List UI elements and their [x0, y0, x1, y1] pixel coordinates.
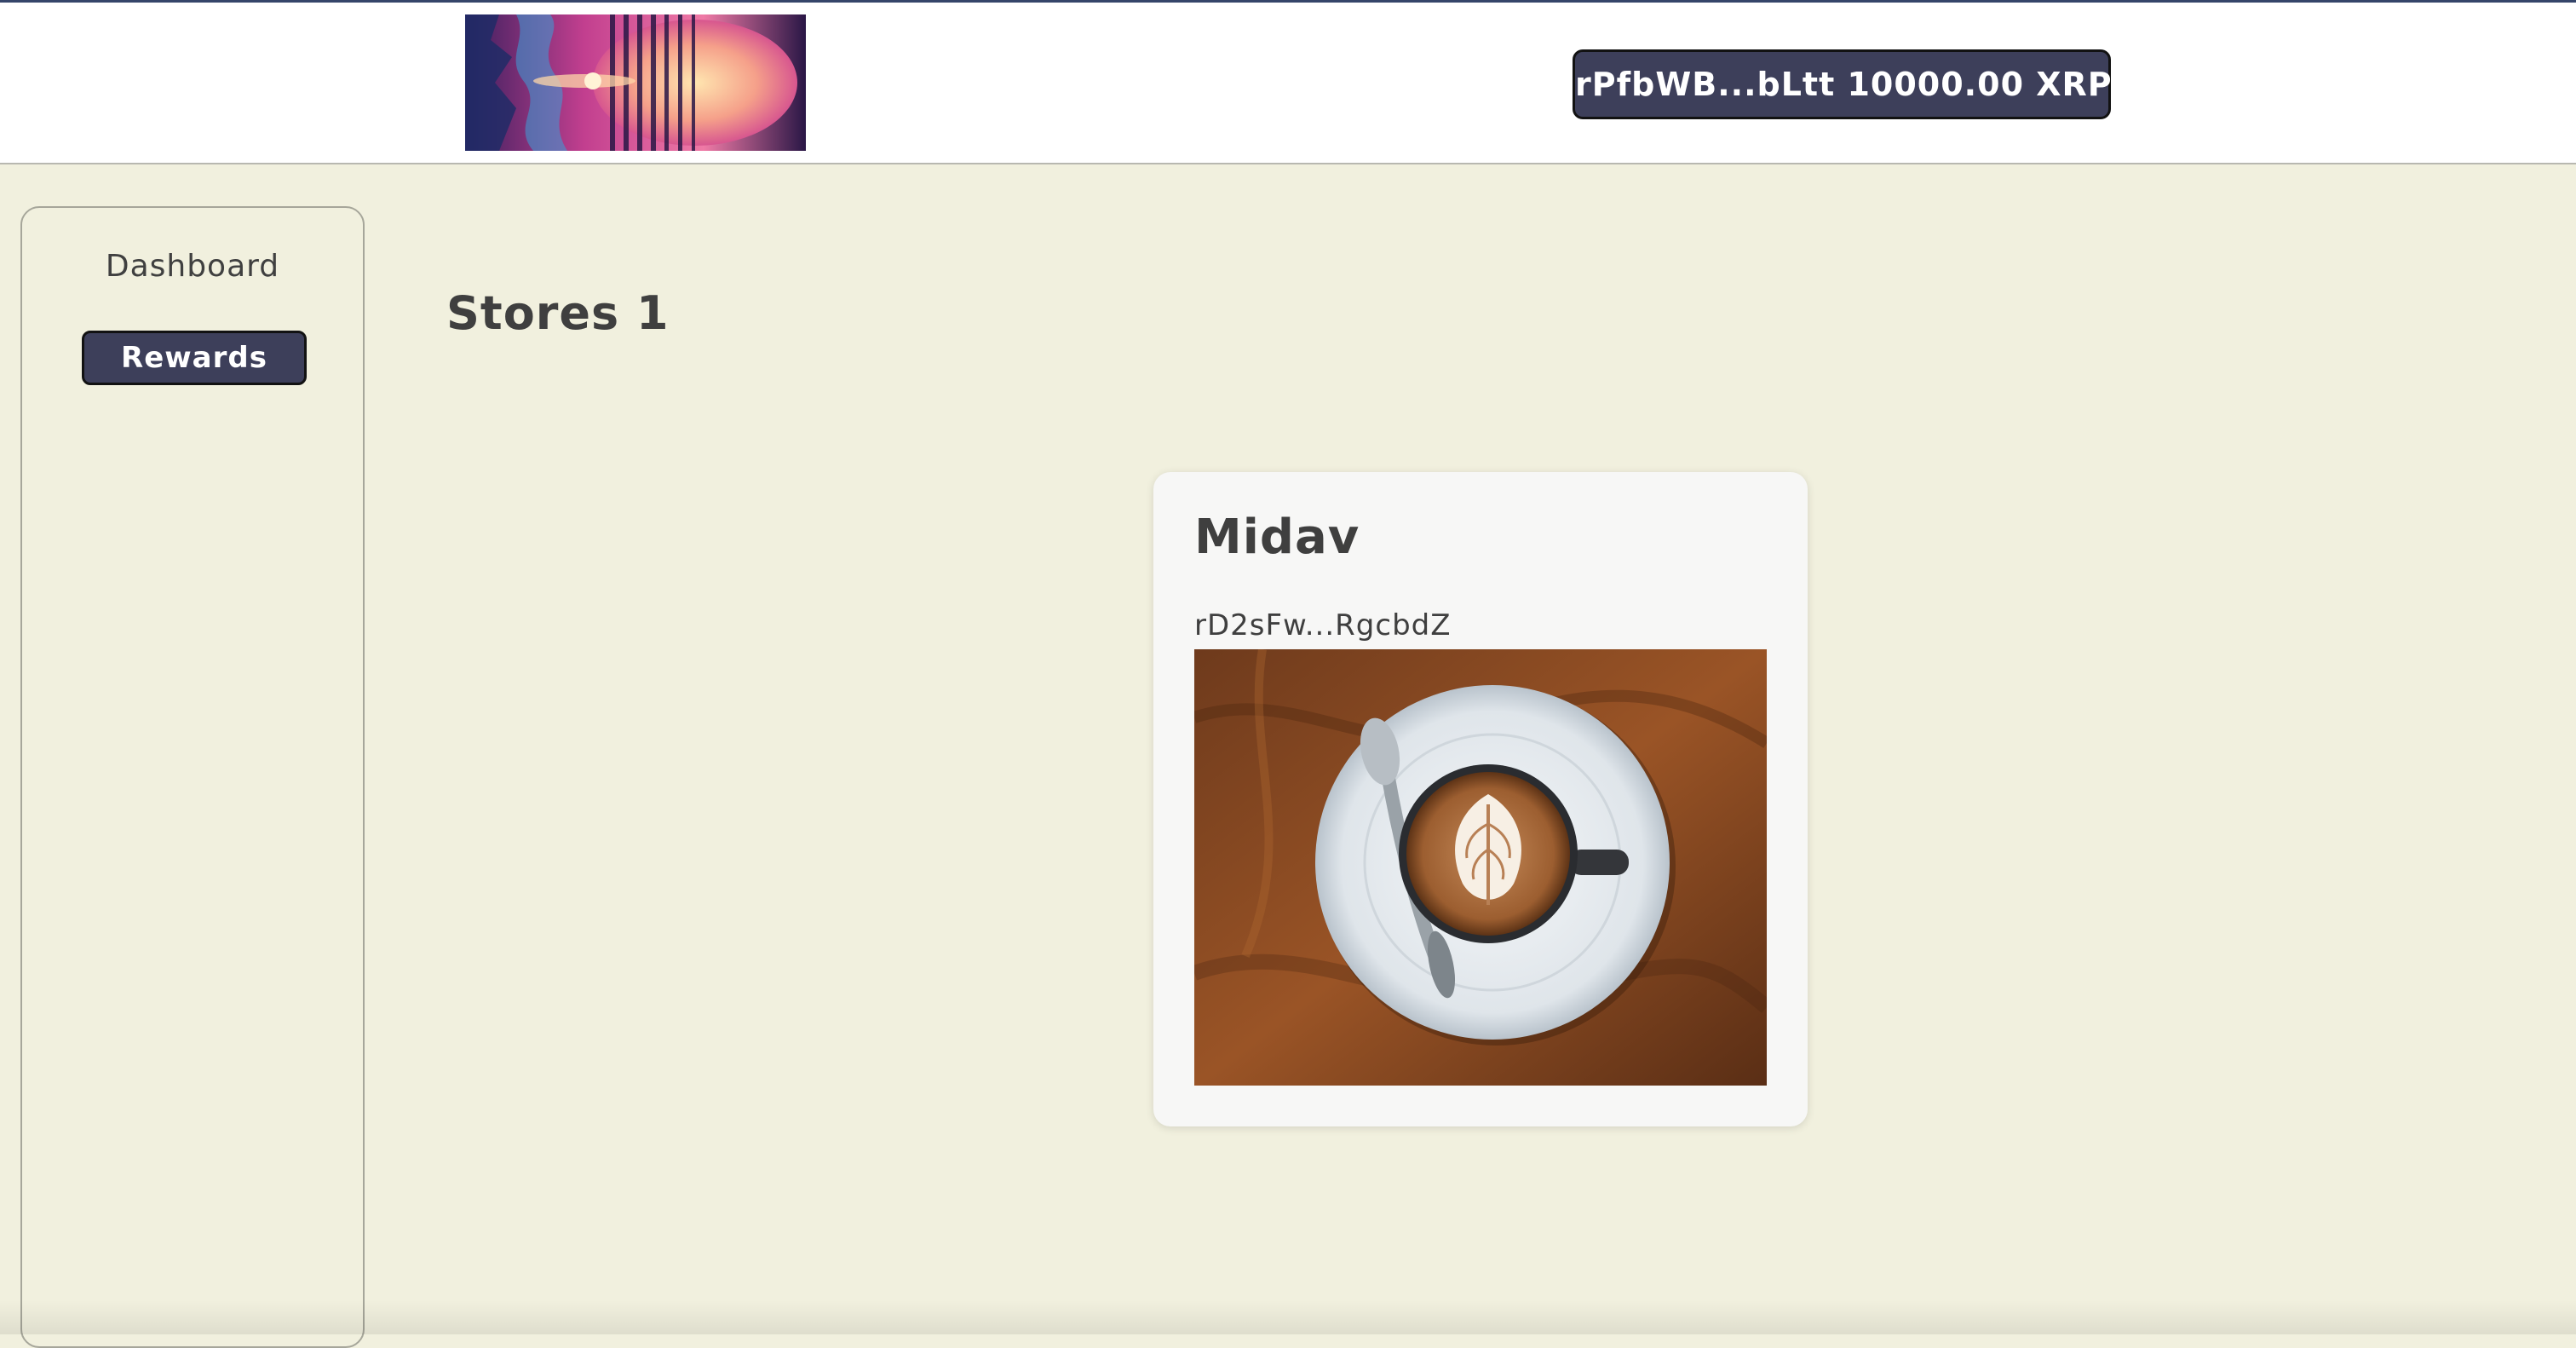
sidebar: Dashboard Rewards	[20, 206, 365, 1348]
page-title: Stores 1	[446, 286, 670, 340]
synthwave-logo-icon[interactable]	[465, 14, 806, 151]
app-header: rPfbWB...bLtt 10000.00 XRP	[0, 3, 2576, 164]
store-name: Midav	[1194, 510, 1360, 565]
sidebar-item-dashboard[interactable]: Dashboard	[22, 249, 363, 284]
bottom-shadow	[0, 1300, 2576, 1334]
store-address: rD2sFw...RgcbdZ	[1194, 608, 1452, 642]
sidebar-item-rewards[interactable]: Rewards	[82, 331, 307, 385]
store-card[interactable]: Midav rD2sFw...RgcbdZ	[1153, 472, 1808, 1126]
wallet-balance-button[interactable]: rPfbWB...bLtt 10000.00 XRP	[1573, 49, 2112, 119]
latte-coffee-photo-icon	[1194, 649, 1767, 1086]
